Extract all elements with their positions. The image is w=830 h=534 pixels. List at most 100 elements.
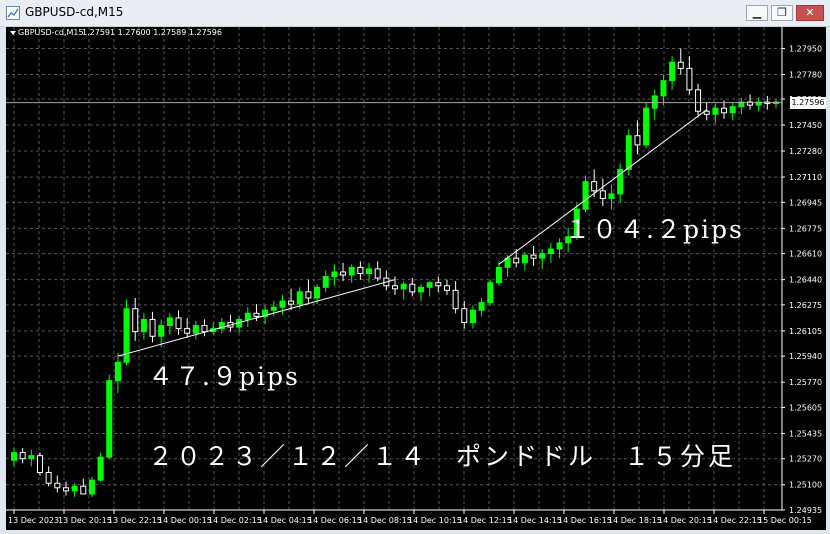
y-axis-tick-label: 1.27110 [789, 173, 822, 182]
y-axis-tick-label: 1.25100 [789, 481, 822, 490]
candle-body [71, 485, 78, 492]
x-axis-tick-label: 14 Dec 16:15 [558, 516, 612, 525]
candle-body [392, 285, 398, 290]
candle-body [591, 181, 598, 192]
candle-body [521, 254, 528, 264]
candle-body [452, 289, 459, 310]
candle-body [88, 479, 95, 495]
y-axis-tick-label: 1.27450 [789, 121, 822, 130]
x-axis-tick-label: 14 Dec 20:15 [658, 516, 712, 525]
candle-body [201, 325, 208, 333]
x-axis-tick-label: 14 Dec 00:15 [158, 516, 212, 525]
candle-body [625, 135, 632, 170]
candle-body [582, 181, 589, 210]
y-axis-tick-label: 1.27280 [789, 147, 822, 156]
x-axis-tick-label: 15 Dec 00:15 [758, 516, 812, 525]
candle-body [435, 282, 442, 287]
y-axis-tick-label: 1.25270 [789, 455, 822, 464]
y-axis-tick-label: 1.25940 [789, 352, 822, 361]
x-axis-tick-label: 14 Dec 10:15 [408, 516, 462, 525]
maximize-button[interactable]: ❐ [771, 5, 793, 21]
candle-body [487, 282, 494, 304]
annotation-pips-2: １０４.２pips [565, 215, 744, 244]
candle-body [651, 95, 658, 109]
candle-body [340, 271, 347, 276]
candle-body [279, 300, 286, 308]
candle-body [695, 89, 702, 112]
minimize-button[interactable]: ▁ [746, 5, 768, 21]
candle-body [166, 317, 173, 327]
annotation-date-title: ２０２３／１２／１４ ポンドドル １５分足 [148, 442, 737, 471]
candle-body [270, 306, 277, 311]
price-chart[interactable]: 1.279501.277801.276201.274501.272801.271… [6, 27, 826, 530]
candle-body [253, 312, 260, 317]
y-axis-tick-label: 1.25770 [789, 378, 822, 387]
x-axis-tick-label: 13 Dec 22:15 [108, 516, 162, 525]
y-axis-tick-label: 1.26945 [789, 198, 822, 207]
candle-body [331, 271, 338, 278]
candle-body [45, 471, 52, 484]
restore-icon: ❐ [777, 6, 787, 19]
candle-body [288, 300, 295, 305]
candle-body [106, 380, 113, 458]
y-axis-tick-label: 1.26440 [789, 276, 822, 285]
y-axis-tick-label: 1.26775 [789, 224, 822, 233]
close-icon: ✕ [805, 6, 815, 19]
y-axis-tick-label: 1.24935 [789, 506, 822, 515]
candle-body [184, 328, 191, 334]
candle-body [19, 452, 26, 460]
candle-body [28, 455, 35, 460]
candle-body [305, 291, 312, 299]
candle-body [296, 291, 303, 305]
chart-window: GBPUSD-cd,M15 ▁ ❐ ✕ 1.279501.277801.2762… [0, 0, 830, 534]
y-axis-tick-label: 1.27950 [789, 44, 822, 53]
symbol-dropdown-icon[interactable] [10, 31, 16, 35]
candle-body [634, 135, 641, 146]
candle-body [62, 487, 69, 492]
candle-body [149, 318, 156, 337]
y-axis-tick-label: 1.26610 [789, 250, 822, 259]
trendline [117, 279, 396, 357]
candle-body [478, 302, 485, 311]
x-axis-tick-label: 14 Dec 08:15 [358, 516, 412, 525]
window-bottom-frame [0, 530, 830, 534]
candle-body [36, 455, 43, 473]
close-button[interactable]: ✕ [796, 5, 824, 21]
chart-app-icon [6, 6, 20, 20]
candle-body [443, 285, 450, 291]
candle-body [643, 107, 650, 146]
candle-body [322, 276, 329, 288]
candle-body [469, 309, 476, 323]
x-axis-tick-label: 14 Dec 22:15 [708, 516, 762, 525]
candle-body [409, 283, 416, 293]
x-axis-tick-label: 14 Dec 06:15 [308, 516, 362, 525]
minimize-icon: ▁ [752, 6, 762, 19]
candle-body [495, 266, 502, 284]
candle-body [426, 282, 433, 288]
candle-body [140, 318, 147, 333]
candle-body [80, 485, 87, 495]
candle-body [686, 67, 693, 91]
candle-body [721, 107, 728, 114]
candle-body [669, 61, 676, 82]
x-axis-tick-label: 14 Dec 14:15 [508, 516, 562, 525]
title-bar[interactable]: GBPUSD-cd,M15 ▁ ❐ ✕ [0, 0, 830, 27]
candle-body [374, 268, 381, 279]
y-axis-tick-label: 1.27780 [789, 71, 822, 80]
candle-body [54, 482, 61, 489]
candle-body [192, 325, 199, 334]
candle-body [712, 107, 719, 115]
candle-body [244, 312, 251, 320]
candle-body [366, 268, 373, 274]
candle-body [703, 110, 710, 115]
y-axis-tick-label: 1.26105 [789, 327, 822, 336]
candle-body [660, 80, 667, 97]
candle-body [314, 286, 321, 299]
candle-body [417, 286, 424, 293]
candle-body [175, 317, 182, 330]
y-axis-tick-label: 1.25435 [789, 429, 822, 438]
x-axis-tick-label: 14 Dec 02:15 [208, 516, 262, 525]
candle-body [547, 248, 554, 255]
candle-body [677, 61, 684, 69]
candle-body [357, 266, 364, 275]
